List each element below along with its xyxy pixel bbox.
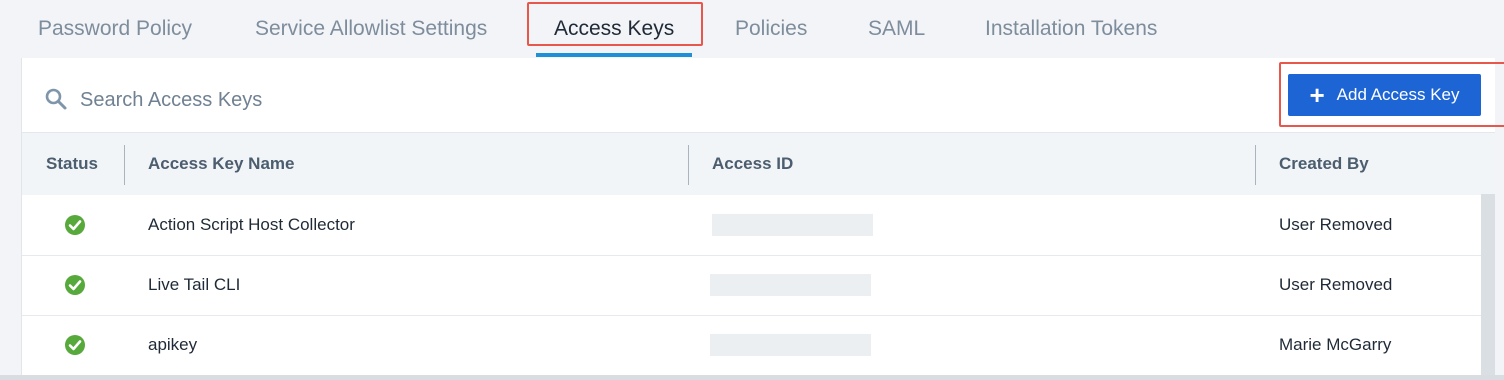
add-access-key-button[interactable]: + Add Access Key xyxy=(1288,74,1481,116)
table-row[interactable]: Action Script Host Collector User Remove… xyxy=(22,195,1481,256)
check-circle-icon xyxy=(65,215,85,235)
access-id-redacted xyxy=(710,334,871,356)
vertical-scrollbar[interactable] xyxy=(1481,194,1495,380)
search-row: + Add Access Key xyxy=(22,58,1504,132)
tab-saml[interactable]: SAML xyxy=(868,0,925,56)
tab-installation-tokens[interactable]: Installation Tokens xyxy=(985,0,1157,56)
access-id-redacted xyxy=(710,274,871,296)
tab-bar: Password Policy Service Allowlist Settin… xyxy=(0,0,1504,58)
access-key-name: Action Script Host Collector xyxy=(148,215,355,234)
tab-password-policy[interactable]: Password Policy xyxy=(38,0,192,56)
access-id-redacted xyxy=(712,214,873,236)
created-by: User Removed xyxy=(1279,215,1393,234)
table-row[interactable]: apikey Marie McGarry xyxy=(22,315,1481,376)
bottom-border xyxy=(0,375,1504,380)
tab-highlight-box xyxy=(527,2,703,46)
column-header-access-id[interactable]: Access ID xyxy=(712,133,793,195)
created-by: Marie McGarry xyxy=(1279,335,1392,354)
plus-icon: + xyxy=(1309,80,1325,110)
table-header: Status Access Key Name Access ID Created… xyxy=(22,132,1495,195)
search-input[interactable] xyxy=(78,80,682,120)
access-key-name: Live Tail CLI xyxy=(148,275,241,294)
tab-service-allowlist-settings[interactable]: Service Allowlist Settings xyxy=(255,0,487,56)
active-tab-indicator xyxy=(536,53,692,57)
access-keys-panel: + Add Access Key Status Access Key Name … xyxy=(21,58,1504,380)
check-circle-icon xyxy=(65,335,85,355)
check-circle-icon xyxy=(65,275,85,295)
column-header-status[interactable]: Status xyxy=(46,133,98,195)
column-header-created-by[interactable]: Created By xyxy=(1279,133,1369,195)
table-row[interactable]: Live Tail CLI User Removed xyxy=(22,255,1481,316)
column-header-access-key-name[interactable]: Access Key Name xyxy=(148,133,294,195)
add-access-key-label: Add Access Key xyxy=(1336,85,1460,104)
column-divider[interactable] xyxy=(1255,145,1256,185)
column-divider[interactable] xyxy=(124,145,125,185)
access-key-name: apikey xyxy=(148,335,198,354)
created-by: User Removed xyxy=(1279,275,1393,294)
search-icon xyxy=(45,88,67,110)
tab-policies[interactable]: Policies xyxy=(735,0,807,56)
column-divider[interactable] xyxy=(688,145,689,185)
